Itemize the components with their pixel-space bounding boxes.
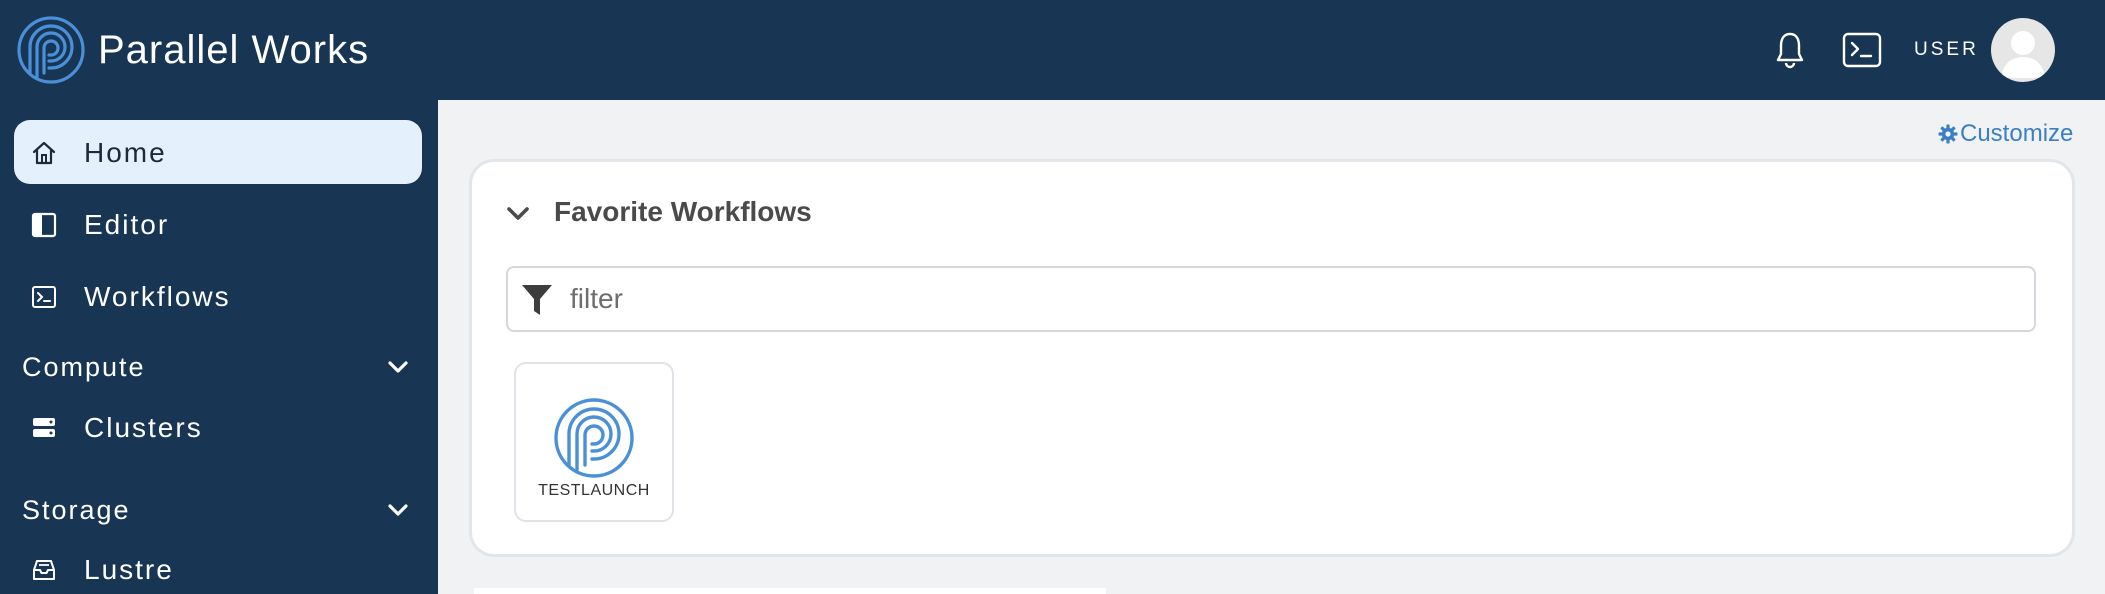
top-bar: Parallel Works USER [0,0,2105,100]
inbox-icon [33,560,55,580]
bell-icon[interactable] [1774,30,1806,70]
sidebar-item-label: Clusters [84,412,203,443]
user-avatar-icon [2001,31,2045,78]
next-panel-edge [474,588,1106,594]
sidebar-item-clusters[interactable]: Clusters [14,395,422,459]
gear-icon [1938,124,1958,144]
section-compute[interactable]: Compute [0,345,438,389]
avatar[interactable] [1991,18,2055,82]
terminal-icon [32,286,56,308]
chevron-down-icon [388,361,408,373]
filter-icon [522,285,552,315]
chevron-down-icon [388,504,408,516]
sidebar: Home Editor Workflows Compute Clusters S… [0,100,438,594]
terminal-icon[interactable] [1842,32,1882,68]
sidebar-item-label: Editor [84,209,170,240]
sidebar-item-editor[interactable]: Editor [14,192,422,256]
sidebar-item-lustre[interactable]: Lustre [14,537,422,594]
workflow-tile-testlaunch[interactable]: TESTLAUNCH [514,362,674,522]
filter-input[interactable] [570,278,2010,320]
sidebar-item-workflows[interactable]: Workflows [14,264,422,328]
brand-name[interactable]: Parallel Works [98,24,369,76]
section-label: Storage [22,495,131,525]
user-label[interactable]: USER [1914,38,1979,62]
chevron-down-icon[interactable] [504,202,532,226]
home-icon [32,141,56,165]
parallel-works-logo-icon[interactable] [16,15,86,85]
favorite-workflows-panel: Favorite Workflows TESTLAUNCH [472,162,2072,554]
section-storage[interactable]: Storage [0,488,438,532]
sidebar-item-label: Workflows [84,281,231,312]
server-icon [33,418,55,437]
sidebar-item-label: Lustre [84,554,174,585]
panel-title[interactable]: Favorite Workflows [554,194,812,230]
customize-label: Customize [1960,120,2074,147]
parallel-works-logo-icon [554,398,634,478]
workflow-tile-label: TESTLAUNCH [538,482,650,499]
sidebar-item-label: Home [84,137,167,168]
filter-field[interactable] [506,266,2036,332]
sidebar-item-home[interactable]: Home [14,120,422,184]
section-label: Compute [22,352,146,382]
editor-icon [31,212,57,238]
